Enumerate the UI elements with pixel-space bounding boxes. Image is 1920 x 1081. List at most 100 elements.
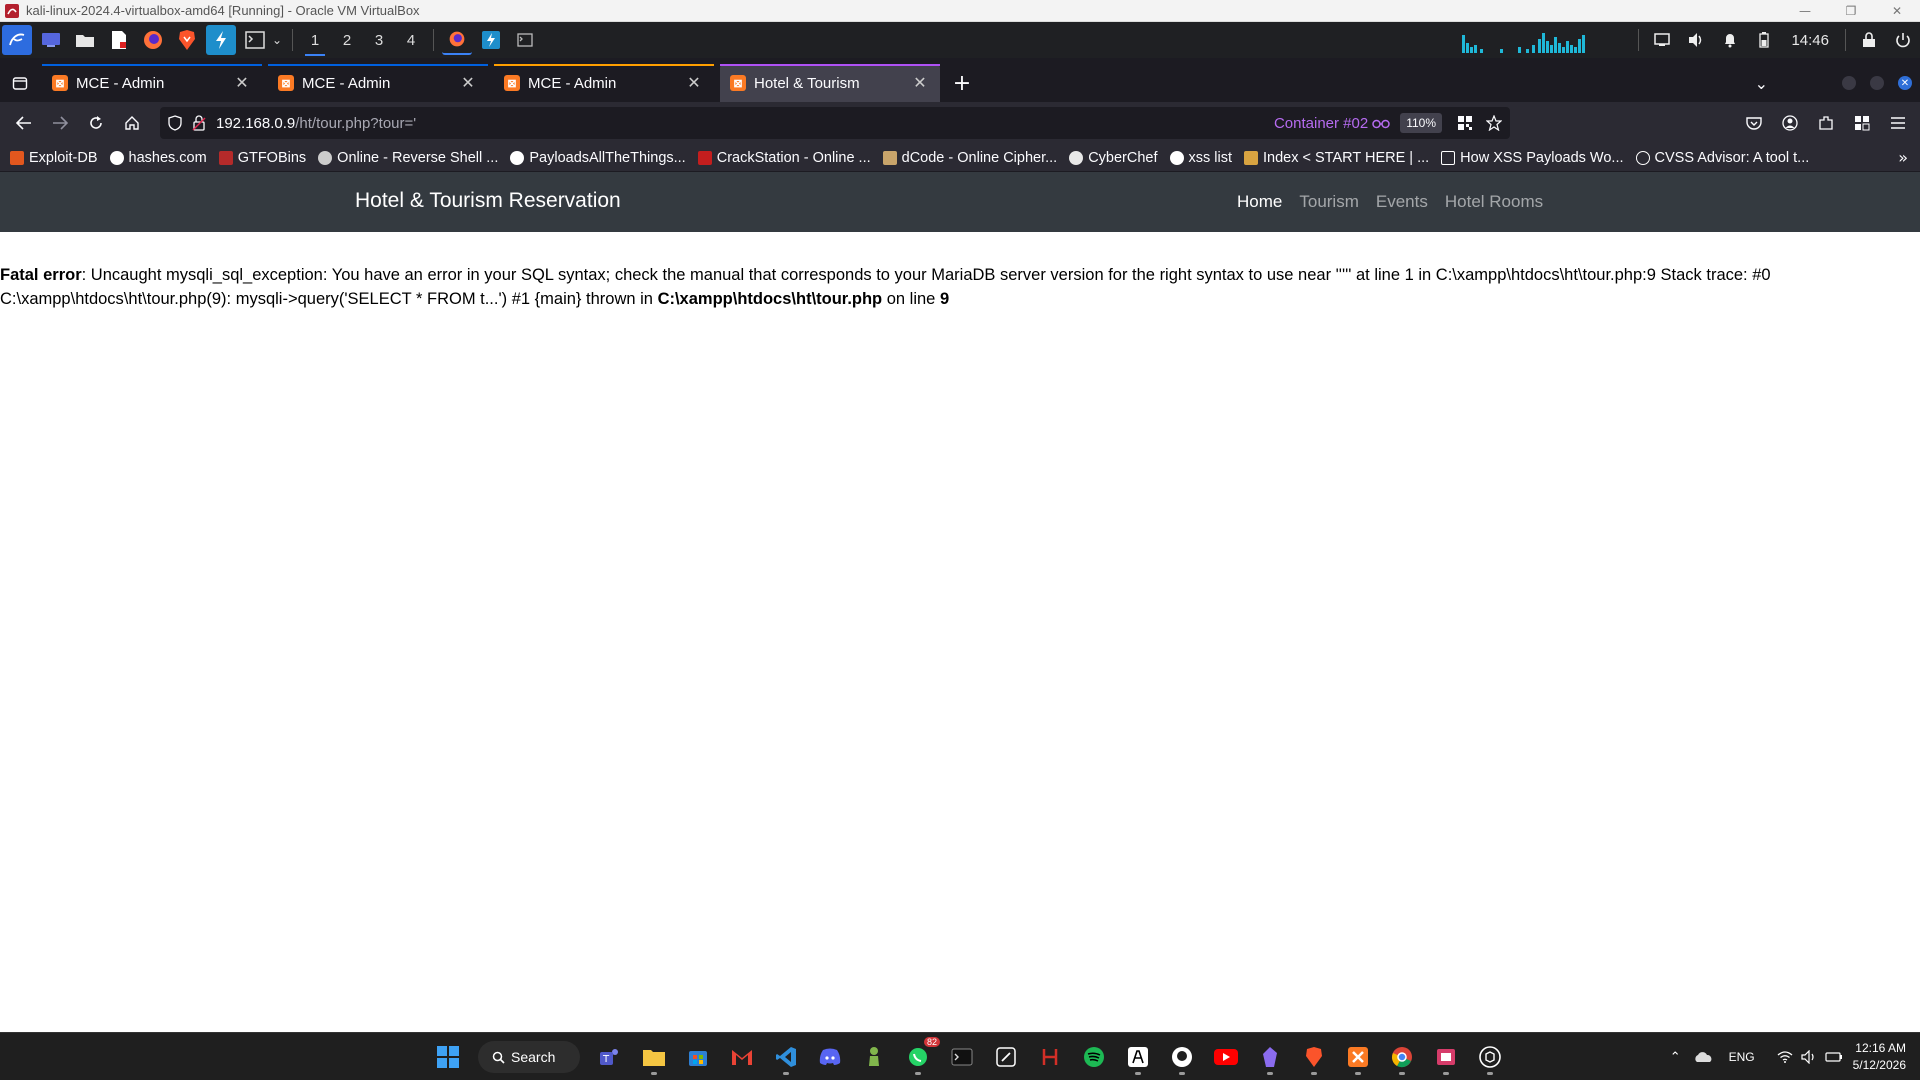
- workspace-2[interactable]: 2: [331, 22, 363, 58]
- whatsapp-icon[interactable]: 82: [900, 1037, 940, 1075]
- close-tab-icon[interactable]: ✕: [232, 73, 252, 93]
- tab-mce-admin-1[interactable]: ⊠ MCE - Admin ✕: [42, 64, 262, 102]
- zoom-level-button[interactable]: 110%: [1400, 113, 1442, 133]
- text-editor-icon[interactable]: [104, 25, 134, 55]
- youtube-icon[interactable]: [1208, 1039, 1244, 1075]
- taskbar-firefox-window[interactable]: [442, 25, 472, 55]
- account-icon[interactable]: [1774, 107, 1806, 139]
- bookmark-crackstation[interactable]: CrackStation - Online ...: [697, 150, 871, 166]
- speaker-icon[interactable]: [1801, 1050, 1817, 1064]
- bookmark-dcode[interactable]: dCode - Online Cipher...: [882, 150, 1057, 166]
- nav-link-events[interactable]: Events: [1376, 192, 1428, 212]
- taskbar-clock[interactable]: 12:16 AM 5/12/2026: [1853, 1040, 1906, 1074]
- microsoft-store-icon[interactable]: [680, 1039, 716, 1075]
- bookmark-hashes[interactable]: hashes.com: [109, 150, 207, 166]
- bookmark-star-icon[interactable]: [1486, 115, 1502, 131]
- nav-link-hotel-rooms[interactable]: Hotel Rooms: [1445, 192, 1543, 212]
- wifi-icon[interactable]: [1777, 1051, 1793, 1063]
- volume-icon[interactable]: [1681, 25, 1711, 55]
- terminal-dropdown-icon[interactable]: ⌄: [272, 33, 286, 47]
- close-tab-icon[interactable]: ✕: [458, 73, 478, 93]
- firefox-icon[interactable]: [138, 25, 168, 55]
- nav-link-tourism[interactable]: Tourism: [1299, 192, 1359, 212]
- battery-icon[interactable]: [1749, 25, 1779, 55]
- close-tab-icon[interactable]: ✕: [910, 73, 930, 93]
- hydra-icon[interactable]: [1032, 1039, 1068, 1075]
- bookmark-cyberchef[interactable]: CyberChef: [1069, 150, 1158, 166]
- terminal-icon[interactable]: [240, 25, 270, 55]
- anthropic-icon[interactable]: [1120, 1039, 1156, 1075]
- tab-hotel-tourism[interactable]: ⊠ Hotel & Tourism ✕: [720, 64, 940, 102]
- pocket-icon[interactable]: [1738, 107, 1770, 139]
- kali-menu-icon[interactable]: [2, 25, 32, 55]
- obsidian-icon[interactable]: [1252, 1039, 1288, 1075]
- tab-mce-admin-3[interactable]: ⊠ MCE - Admin ✕: [494, 64, 714, 102]
- lock-screen-icon[interactable]: [1854, 25, 1884, 55]
- workspace-4[interactable]: 4: [395, 22, 427, 58]
- minimize-browser-button[interactable]: [1842, 76, 1856, 90]
- bookmark-cvss-advisor[interactable]: CVSS Advisor: A tool t...: [1635, 150, 1809, 166]
- reload-icon[interactable]: [80, 107, 112, 139]
- taskbar-burp-window[interactable]: [476, 25, 506, 55]
- tab-mce-admin-2[interactable]: ⊠ MCE - Admin ✕: [268, 64, 488, 102]
- terminal-app-icon[interactable]: [944, 1039, 980, 1075]
- nav-link-home[interactable]: Home: [1237, 192, 1282, 212]
- discord-icon[interactable]: [812, 1039, 848, 1075]
- container-label[interactable]: Container #02: [1274, 115, 1368, 132]
- close-tab-icon[interactable]: ✕: [684, 73, 704, 93]
- vscode-icon[interactable]: [768, 1039, 804, 1075]
- teams-icon[interactable]: T: [592, 1039, 628, 1075]
- home-icon[interactable]: [116, 107, 148, 139]
- virtualbox-app-icon[interactable]: [1428, 1039, 1464, 1075]
- xampp-icon[interactable]: [1340, 1039, 1376, 1075]
- bookmark-xss-payloads[interactable]: How XSS Payloads Wo...: [1441, 150, 1624, 166]
- brave-icon[interactable]: [172, 25, 202, 55]
- windows-start-icon[interactable]: [430, 1039, 466, 1075]
- workspace-3[interactable]: 3: [363, 22, 395, 58]
- display-icon[interactable]: [1647, 25, 1677, 55]
- taskbar-terminal-window[interactable]: [510, 25, 540, 55]
- chess-icon[interactable]: [856, 1039, 892, 1075]
- spotify-icon[interactable]: [1076, 1039, 1112, 1075]
- notion-icon[interactable]: [988, 1039, 1024, 1075]
- workspace-1[interactable]: 1: [299, 22, 331, 58]
- extensions-icon[interactable]: [1810, 107, 1842, 139]
- bookmark-exploit-db[interactable]: Exploit-DB: [10, 150, 98, 166]
- github-desktop-icon[interactable]: [1164, 1039, 1200, 1075]
- file-explorer-icon[interactable]: [636, 1039, 672, 1075]
- close-window-button[interactable]: ✕: [1874, 0, 1920, 22]
- onedrive-icon[interactable]: [1693, 1051, 1713, 1063]
- tab-overview-icon[interactable]: [4, 67, 36, 99]
- chatgpt-icon[interactable]: [1472, 1039, 1508, 1075]
- desktop-icon[interactable]: [36, 25, 66, 55]
- notifications-icon[interactable]: [1715, 25, 1745, 55]
- gmail-icon[interactable]: [724, 1039, 760, 1075]
- bookmark-index-start-here[interactable]: Index < START HERE | ...: [1244, 150, 1429, 166]
- bookmark-payloadsallthethings[interactable]: PayloadsAllTheThings...: [510, 150, 686, 166]
- qr-code-icon[interactable]: [1458, 116, 1472, 130]
- show-hidden-icons-icon[interactable]: ⌃: [1670, 1050, 1681, 1065]
- bookmark-reverse-shell[interactable]: Online - Reverse Shell ...: [318, 150, 498, 166]
- insecure-lock-icon[interactable]: [192, 115, 206, 131]
- restore-button[interactable]: ❐: [1828, 0, 1874, 22]
- bookmark-gtfobins[interactable]: GTFOBins: [218, 150, 306, 166]
- bookmark-xss-list[interactable]: xss list: [1169, 150, 1232, 166]
- containers-icon[interactable]: [1846, 107, 1878, 139]
- url-bar[interactable]: 192.168.0.9/ht/tour.php?tour=' Container…: [160, 107, 1510, 139]
- panel-clock[interactable]: 14:46: [1791, 32, 1829, 49]
- app-menu-icon[interactable]: [1882, 107, 1914, 139]
- file-manager-icon[interactable]: [70, 25, 100, 55]
- brave-browser-icon[interactable]: [1296, 1039, 1332, 1075]
- battery-charging-icon[interactable]: [1825, 1051, 1843, 1063]
- taskbar-search[interactable]: Search: [478, 1041, 580, 1073]
- list-all-tabs-icon[interactable]: ⌄: [1755, 74, 1768, 93]
- back-icon[interactable]: [8, 107, 40, 139]
- minimize-button[interactable]: —: [1782, 0, 1828, 22]
- input-language[interactable]: ENG: [1729, 1050, 1755, 1064]
- forward-icon[interactable]: [44, 107, 76, 139]
- chrome-icon[interactable]: [1384, 1039, 1420, 1075]
- site-brand[interactable]: Hotel & Tourism Reservation: [355, 189, 621, 213]
- maximize-browser-button[interactable]: [1870, 76, 1884, 90]
- close-browser-button[interactable]: ✕: [1898, 76, 1912, 90]
- more-bookmarks-icon[interactable]: »: [1898, 148, 1908, 167]
